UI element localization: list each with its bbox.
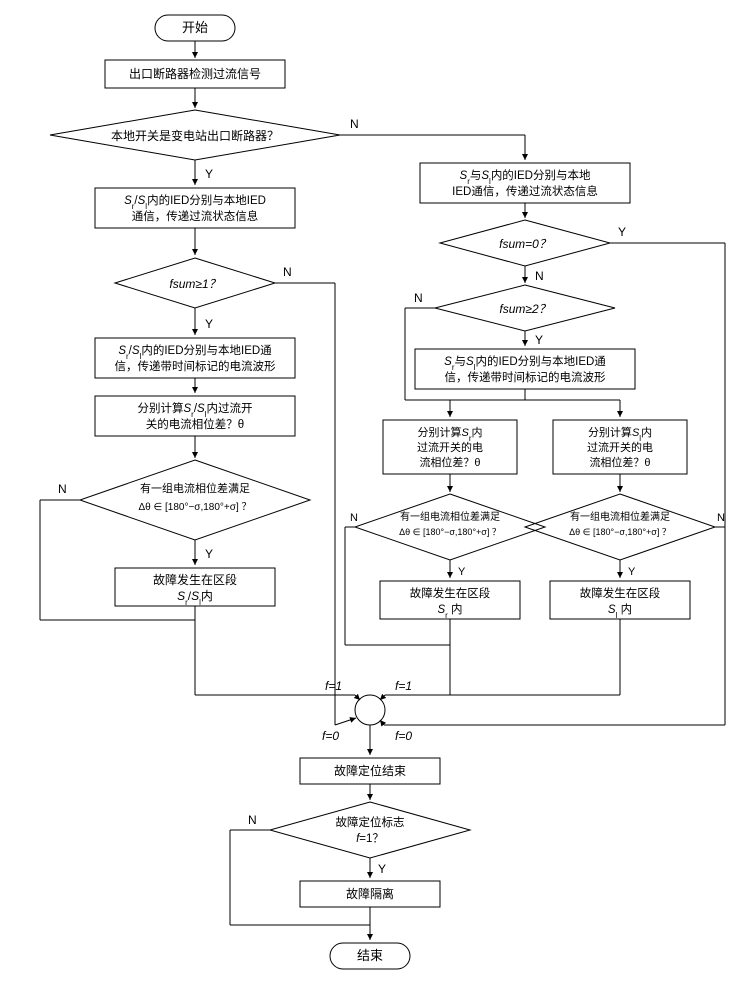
- left-comm2-process: Sr/Sl内的IED分别与本地IED通 信，传递带时间标记的电流波形: [95, 338, 295, 378]
- flowchart-diagram: 开始 出口断路器检测过流信号 本地开关是变电站出口断路器？ Y N Sr/Sl内…: [0, 0, 746, 1000]
- svg-text:IED通信，传递过流状态信息: IED通信，传递过流状态信息: [452, 184, 598, 198]
- svg-text:流相位差？θ: 流相位差？θ: [419, 455, 480, 469]
- isolate-process: 故障隔离: [300, 881, 440, 907]
- svg-text:故障发生在区段: 故障发生在区段: [580, 586, 661, 600]
- fault-sr-process: 故障发生在区段 Sr 内: [380, 581, 520, 620]
- phase-sl-t1: 有一组电流相位差满足: [570, 510, 670, 523]
- decision-fsum0: fsum=0？: [440, 220, 610, 266]
- svg-text:通信，传递过流状态信息: 通信，传递过流状态信息: [132, 209, 259, 223]
- flag-yes: Y: [378, 862, 386, 876]
- right-calc-sr-process: 分别计算Sr内 过流开关的电 流相位差？θ: [383, 420, 517, 474]
- svg-text:关的电流相位差？θ: 关的电流相位差？θ: [146, 417, 244, 431]
- decision-phase-left: 有一组电流相位差满足 Δθ ∈ [180°−σ,180°+σ] ？: [80, 460, 310, 540]
- locend-label: 故障定位结束: [334, 763, 406, 778]
- svg-text:故障发生在区段: 故障发生在区段: [410, 586, 491, 600]
- svg-text:信，传递带时间标记的电流波形: 信，传递带时间标记的电流波形: [115, 359, 276, 373]
- svg-text:f=1？: f=1？: [356, 833, 384, 845]
- fault-sl-process: 故障发生在区段 Sl 内: [550, 581, 690, 620]
- svg-text:Δθ ∈ [180°−σ,180°+σ] ？: Δθ ∈ [180°−σ,180°+σ] ？: [399, 527, 501, 537]
- decision-fsum2: fsum≥2？: [435, 285, 615, 331]
- svg-text:Δθ ∈ [180°−σ,180°+σ] ？: Δθ ∈ [180°−σ,180°+σ] ？: [569, 527, 671, 537]
- svg-text:信，传递带时间标记的电流波形: 信，传递带时间标记的电流波形: [445, 370, 606, 384]
- svg-text:故障定位标志: 故障定位标志: [336, 815, 405, 829]
- svg-text:Sr与Sl内的IED分别与本地IED通: Sr与Sl内的IED分别与本地IED通: [444, 354, 606, 372]
- right-comm2-process: Sr与Sl内的IED分别与本地IED通 信，传递带时间标记的电流波形: [415, 349, 635, 389]
- isolate-label: 故障隔离: [346, 886, 394, 901]
- f0-right: f=0: [395, 729, 412, 743]
- svg-text:流相位差？θ: 流相位差？θ: [589, 455, 650, 469]
- svg-text:Sr/Sl内的IED分别与本地IED通: Sr/Sl内的IED分别与本地IED通: [118, 343, 272, 361]
- decision-phase-sr: 有一组电流相位差满足 Δθ ∈ [180°−σ,180°+σ] ？: [355, 494, 545, 560]
- left-calc-process: 分别计算Sr/Sl内过流开 关的电流相位差？θ: [95, 396, 295, 436]
- end-terminal: 结束: [330, 943, 410, 969]
- svg-text:分别计算Sr内: 分别计算Sr内: [417, 425, 482, 443]
- phaseL-no: N: [58, 482, 67, 496]
- fsum2-yes: Y: [535, 333, 543, 347]
- svg-text:fsum=0？: fsum=0？: [499, 237, 551, 251]
- svg-text:Sr/Sl内: Sr/Sl内: [177, 589, 213, 607]
- fsum1-no: N: [283, 265, 292, 279]
- decision-flag: 故障定位标志 f=1？: [270, 802, 470, 858]
- left-comm-process: Sr/Sl内的IED分别与本地IED 通信，传递过流状态信息: [95, 188, 295, 228]
- f1-left: f=1: [325, 679, 342, 693]
- svg-text:fsum≥1？: fsum≥1？: [169, 277, 220, 291]
- right-comm-process: Sr与Sl内的IED分别与本地 IED通信，传递过流状态信息: [420, 163, 630, 203]
- svg-text:Sr/Sl内的IED分别与本地IED: Sr/Sl内的IED分别与本地IED: [124, 193, 266, 211]
- fsum0-no: N: [535, 269, 544, 283]
- phase-sr-no: N: [350, 512, 358, 524]
- svg-text:过流开关的电: 过流开关的电: [587, 440, 653, 454]
- end-label: 结束: [357, 948, 383, 963]
- start-terminal: 开始: [155, 15, 235, 41]
- d1-no: N: [350, 117, 359, 131]
- svg-text:Sr 内: Sr 内: [437, 602, 462, 620]
- phase-sl-no: N: [717, 512, 725, 524]
- f1-right: f=1: [395, 679, 412, 693]
- flag-no: N: [248, 813, 257, 827]
- decision-phase-sl: 有一组电流相位差满足 Δθ ∈ [180°−σ,180°+σ] ？: [525, 494, 715, 560]
- svg-text:故障发生在区段: 故障发生在区段: [153, 572, 237, 587]
- detect-label: 出口断路器检测过流信号: [129, 66, 261, 81]
- d1-yes: Y: [205, 167, 213, 181]
- phase-sr-yes: Y: [458, 566, 466, 578]
- phase-sr-t1: 有一组电流相位差满足: [400, 510, 500, 523]
- fsum2-no: N: [414, 291, 423, 305]
- fsum1-yes: Y: [205, 317, 213, 331]
- phase-sl-yes: Y: [628, 566, 636, 578]
- f0-left: f=0: [322, 729, 339, 743]
- loc-end-process: 故障定位结束: [300, 758, 440, 784]
- right-calc-sl-process: 分别计算Sl内 过流开关的电 流相位差？θ: [553, 420, 687, 474]
- start-label: 开始: [182, 20, 208, 35]
- phaseL-yes: Y: [205, 547, 213, 561]
- decision-local-switch: 本地开关是变电站出口断路器？: [50, 110, 340, 160]
- svg-text:过流开关的电: 过流开关的电: [417, 440, 483, 454]
- svg-text:分别计算Sl内: 分别计算Sl内: [588, 425, 652, 443]
- phase-text1-l: 有一组电流相位差满足: [140, 481, 250, 495]
- fsum0-yes: Y: [618, 225, 626, 239]
- svg-text:Δθ ∈ [180°−σ,180°+σ] ？: Δθ ∈ [180°−σ,180°+σ] ？: [138, 502, 251, 513]
- svg-text:Sl 内: Sl 内: [608, 602, 632, 620]
- fault-srsl-process: 故障发生在区段 Sr/Sl内: [115, 568, 275, 607]
- d1-label: 本地开关是变电站出口断路器？: [111, 128, 279, 143]
- svg-text:分别计算Sr/Sl内过流开: 分别计算Sr/Sl内过流开: [138, 401, 253, 419]
- decision-fsum1: fsum≥1？: [115, 258, 275, 308]
- detect-process: 出口断路器检测过流信号: [105, 60, 285, 88]
- svg-text:fsum≥2？: fsum≥2？: [499, 302, 550, 316]
- svg-text:Sr与Sl内的IED分别与本地: Sr与Sl内的IED分别与本地: [460, 168, 591, 186]
